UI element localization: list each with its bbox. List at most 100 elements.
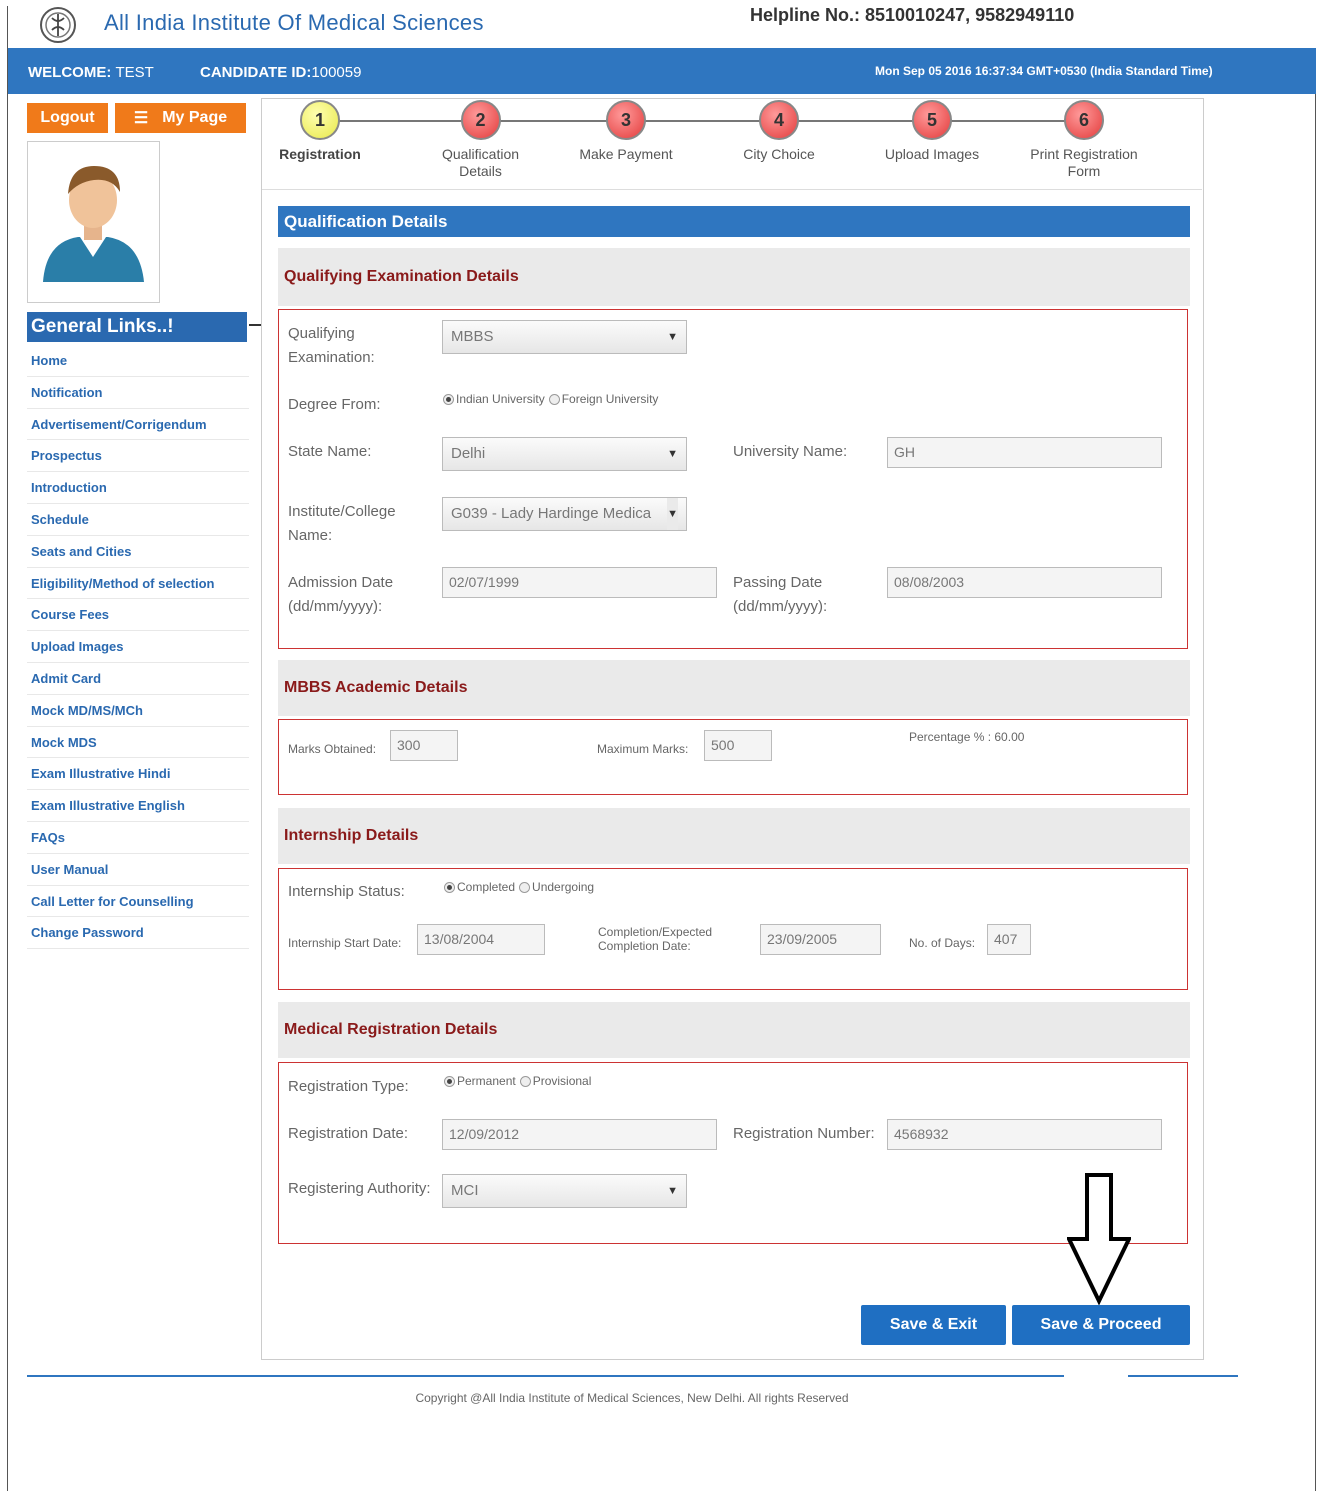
step-upload-images[interactable]: 5 Upload Images (872, 100, 992, 163)
degree-from-label: Degree From: (288, 396, 381, 413)
step-number: 6 (1064, 100, 1104, 140)
sidebar-link-call-letter[interactable]: Call Letter for Counselling (27, 886, 249, 918)
registering-authority-label: Registering Authority: (288, 1180, 431, 1197)
section-title: Qualification Details (278, 206, 1190, 237)
radio-completed-label: Completed (457, 880, 516, 894)
sidebar-link-change-password[interactable]: Change Password (27, 917, 249, 950)
academic-heading: MBBS Academic Details (278, 660, 1190, 716)
candidate-id-label: CANDIDATE ID: (200, 64, 312, 81)
step-number: 4 (759, 100, 799, 140)
sidebar-link-admit-card[interactable]: Admit Card (27, 663, 249, 695)
my-page-label: My Page (162, 109, 228, 126)
radio-undergoing-label: Undergoing (532, 880, 595, 894)
step-label: Print Registration Form (1030, 146, 1138, 179)
step-payment[interactable]: 3 Make Payment (566, 100, 686, 163)
step-label: Make Payment (579, 146, 673, 162)
registering-authority-select[interactable]: MCI ▼ (442, 1174, 687, 1208)
passing-date-label: Passing Date (dd/mm/yyyy): (733, 574, 828, 615)
user-info-bar: WELCOME: TEST CANDIDATE ID:100059 Mon Se… (8, 48, 1316, 94)
sidebar-link-mock-md[interactable]: Mock MD/MS/MCh (27, 695, 249, 727)
internship-status-label: Internship Status: (288, 883, 405, 900)
radio-undergoing[interactable] (519, 881, 531, 893)
internship-start-label: Internship Start Date: (288, 936, 402, 950)
registration-date-input[interactable]: 12/09/2012 (442, 1119, 717, 1150)
footer-divider (1128, 1375, 1238, 1377)
sidebar-link-course-fees[interactable]: Course Fees (27, 599, 249, 632)
current-datetime: Mon Sep 05 2016 16:37:34 GMT+0530 (India… (875, 64, 1213, 78)
state-name-label: State Name: (288, 443, 372, 460)
general-links-header: General Links..! (27, 312, 247, 342)
university-name-input[interactable]: GH (887, 437, 1162, 468)
step-label: Upload Images (884, 146, 980, 162)
step-number: 5 (912, 100, 952, 140)
radio-foreign-university-label: Foreign University (561, 392, 659, 406)
sidebar-link-seats-cities[interactable]: Seats and Cities (27, 536, 249, 568)
registering-authority-value: MCI (451, 1182, 479, 1199)
sidebar-link-exam-hindi[interactable]: Exam Illustrative Hindi (27, 758, 249, 791)
candidate-id-value: 100059 (311, 64, 362, 81)
internship-start-input[interactable]: 13/08/2004 (417, 924, 545, 955)
radio-foreign-university[interactable] (548, 393, 560, 405)
save-proceed-button[interactable]: Save & Proceed (1012, 1305, 1190, 1345)
chevron-down-icon: ▼ (667, 1185, 678, 1197)
registration-number-input[interactable]: 4568932 (887, 1119, 1162, 1150)
avatar (27, 141, 160, 303)
radio-permanent[interactable] (444, 1075, 455, 1087)
step-print-form[interactable]: 6 Print Registration Form (1024, 100, 1144, 180)
my-page-button[interactable]: ☰ My Page (115, 103, 246, 133)
step-label: Qualification Details (441, 146, 520, 179)
step-qualification[interactable]: 2 Qualification Details (413, 100, 548, 180)
institute-label: Institute/College Name: (288, 503, 396, 544)
user-avatar-icon (43, 166, 144, 282)
radio-completed[interactable] (444, 881, 455, 893)
passing-date-input[interactable]: 08/08/2003 (887, 567, 1162, 598)
sidebar-link-home[interactable]: Home (27, 345, 249, 377)
qualifying-exam-value: MBBS (451, 328, 494, 345)
internship-box (278, 868, 1188, 990)
step-registration[interactable]: 1 Registration (260, 100, 380, 163)
sidebar-link-faqs[interactable]: FAQs (27, 822, 249, 854)
welcome-name: TEST (115, 64, 154, 81)
site-title: All India Institute Of Medical Sciences (104, 10, 484, 35)
radio-provisional[interactable] (519, 1075, 531, 1087)
registration-type-radio-group: Permanent Provisional (444, 1074, 591, 1088)
degree-from-radio-group: Indian University Foreign University (443, 392, 658, 406)
admission-date-input[interactable]: 02/07/1999 (442, 567, 717, 598)
sidebar-link-exam-english[interactable]: Exam Illustrative English (27, 790, 249, 822)
state-name-select[interactable]: Delhi ▼ (442, 437, 687, 471)
radio-permanent-label: Permanent (457, 1074, 516, 1088)
maximum-marks-label: Maximum Marks: (597, 742, 689, 756)
completion-date-input[interactable]: 23/09/2005 (760, 924, 881, 955)
registration-box (278, 1062, 1188, 1244)
sidebar-link-user-manual[interactable]: User Manual (27, 854, 249, 886)
helpline-text: Helpline No.: 8510010247, 9582949110 (750, 5, 1075, 25)
state-name-value: Delhi (451, 445, 486, 462)
sidebar-link-notification[interactable]: Notification (27, 377, 249, 409)
list-icon: ☰ (133, 110, 149, 127)
sidebar-link-schedule[interactable]: Schedule (27, 504, 249, 536)
aiims-logo-icon (40, 7, 76, 43)
qualifying-exam-select[interactable]: MBBS ▼ (442, 320, 687, 354)
sidebar-link-upload-images[interactable]: Upload Images (27, 631, 249, 663)
sidebar-link-prospectus[interactable]: Prospectus (27, 440, 249, 473)
days-input[interactable]: 407 (987, 924, 1031, 955)
logout-button[interactable]: Logout (27, 103, 108, 133)
registration-type-label: Registration Type: (288, 1078, 409, 1095)
completion-date-label: Completion/Expected Completion Date: (598, 925, 713, 953)
welcome-text: WELCOME: TEST (28, 64, 154, 81)
radio-indian-university[interactable] (443, 393, 454, 405)
registration-number-label: Registration Number: (733, 1125, 875, 1142)
maximum-marks-input[interactable]: 500 (704, 730, 772, 761)
radio-indian-university-label: Indian University (456, 392, 545, 406)
sidebar-link-mock-mds[interactable]: Mock MDS (27, 727, 249, 759)
sidebar-link-introduction[interactable]: Introduction (27, 472, 249, 504)
institute-value: G039 - Lady Hardinge Medica (451, 505, 652, 522)
step-city-choice[interactable]: 4 City Choice (719, 100, 839, 163)
institute-select[interactable]: G039 - Lady Hardinge Medica ▼ (442, 497, 687, 531)
sidebar-link-eligibility[interactable]: Eligibility/Method of selection (27, 568, 249, 600)
save-exit-button[interactable]: Save & Exit (861, 1305, 1006, 1345)
sidebar-link-advertisement[interactable]: Advertisement/Corrigendum (27, 409, 249, 441)
marks-obtained-input[interactable]: 300 (390, 730, 458, 761)
down-arrow-icon (1067, 1173, 1131, 1305)
internship-status-radio-group: Completed Undergoing (444, 880, 594, 894)
